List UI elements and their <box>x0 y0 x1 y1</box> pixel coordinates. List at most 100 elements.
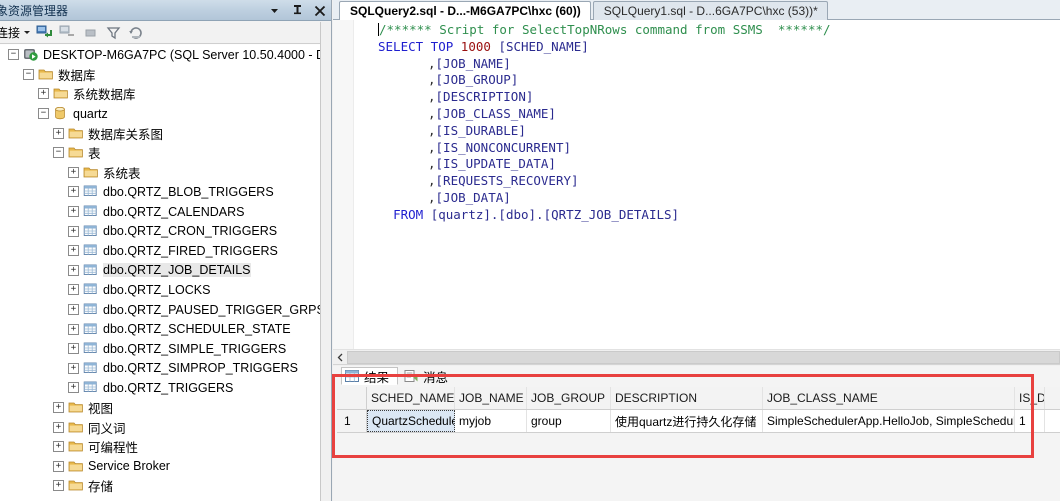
tree-node-label: DESKTOP-M6GA7PC (SQL Server 10.50.4000 -… <box>43 47 321 62</box>
code-token: [JOB_CLASS_NAME] <box>435 105 556 121</box>
expand-toggle-icon[interactable]: + <box>68 323 79 335</box>
expand-toggle-icon[interactable]: + <box>53 460 64 472</box>
tree-node[interactable]: + 可编程性 <box>0 437 321 457</box>
tree-node[interactable]: + dbo.QRTZ_SIMPLE_TRIGGERS <box>0 339 321 359</box>
tree-node-label: 数据库 <box>58 68 96 83</box>
sql-editor[interactable]: /****** Script for SelectTopNRows comman… <box>333 20 1060 365</box>
table-icon <box>83 302 99 317</box>
grid-corner-cell[interactable] <box>337 387 367 409</box>
editor-scroll-track[interactable] <box>347 350 1060 364</box>
expand-toggle-icon[interactable]: + <box>53 401 64 413</box>
expand-toggle-icon[interactable]: + <box>68 304 79 316</box>
object-explorer-tree[interactable]: − DESKTOP-M6GA7PC (SQL Server 10.50.4000 … <box>0 45 321 501</box>
document-tab[interactable]: SQLQuery2.sql - D...-M6GA7PC\hxc (60)) <box>339 1 591 20</box>
collapse-toggle-icon[interactable]: − <box>8 49 19 61</box>
results-grid-body[interactable]: 1 QuartzScheduler myjob group 使用quartz进行持久化存… <box>337 410 1060 433</box>
document-tab[interactable]: SQLQuery1.sql - D...6GA7PC\hxc (53))* <box>592 1 828 20</box>
results-tab-label: 消息 <box>423 370 449 385</box>
table-row[interactable]: 1 QuartzScheduler myjob group 使用quartz进行持久化存… <box>337 410 1060 432</box>
code-line: /****** Script for SelectTopNRows comman… <box>354 22 1060 39</box>
expand-toggle-icon[interactable]: + <box>68 186 79 198</box>
expand-toggle-icon[interactable]: + <box>38 88 49 100</box>
row-number-cell[interactable]: 1 <box>337 410 367 432</box>
expand-toggle-icon[interactable]: + <box>68 382 79 394</box>
grid-cell[interactable]: QuartzScheduler <box>367 410 455 432</box>
chevron-down-icon <box>23 25 31 39</box>
tree-node[interactable]: + dbo.QRTZ_JOB_DETAILS <box>0 261 321 281</box>
table-icon <box>83 243 99 258</box>
grid-cell[interactable]: 1 <box>1015 410 1045 432</box>
code-token: , <box>428 55 436 71</box>
filter-icon[interactable] <box>103 22 123 42</box>
editor-horizontal-scrollbar[interactable] <box>333 349 1060 364</box>
tree-node[interactable]: − 数据库 <box>0 65 321 85</box>
expand-toggle-icon[interactable]: + <box>53 480 64 492</box>
expand-toggle-icon[interactable]: + <box>68 166 79 178</box>
grid-cell[interactable]: myjob <box>455 410 527 432</box>
expand-toggle-icon[interactable]: + <box>68 206 79 218</box>
object-explorer-toolbar: 连接 <box>0 21 331 44</box>
results-grid[interactable]: SCHED_NAME JOB_NAME JOB_GROUP DESCRIPTION JO… <box>337 387 1060 447</box>
code-token: SELECT TOP <box>378 38 454 54</box>
tree-node[interactable]: − 表 <box>0 143 321 163</box>
tree-node[interactable]: + dbo.QRTZ_BLOB_TRIGGERS <box>0 182 321 202</box>
tree-node[interactable]: + dbo.QRTZ_SIMPROP_TRIGGERS <box>0 359 321 379</box>
tree-node[interactable]: + 系统表 <box>0 163 321 183</box>
results-tab[interactable]: 消息 <box>400 367 457 385</box>
expand-toggle-icon[interactable]: + <box>68 284 79 296</box>
tree-node[interactable]: + dbo.QRTZ_PAUSED_TRIGGER_GRPS <box>0 300 321 320</box>
grid-column-header[interactable]: JOB_CLASS_NAME <box>763 387 1015 409</box>
grid-cell[interactable]: SimpleSchedulerApp.HelloJob, SimpleSched… <box>763 410 1015 432</box>
grid-column-header[interactable]: JOB_NAME <box>455 387 527 409</box>
code-token: [REQUESTS_RECOVERY] <box>435 173 579 189</box>
tree-node[interactable]: + dbo.QRTZ_SCHEDULER_STATE <box>0 319 321 339</box>
tree-node[interactable]: + 视图 <box>0 398 321 418</box>
grid-column-header[interactable]: SCHED_NAME <box>367 387 455 409</box>
table-icon <box>83 263 99 278</box>
grid-cell[interactable]: group <box>527 410 611 432</box>
tree-node[interactable]: + dbo.QRTZ_TRIGGERS <box>0 378 321 398</box>
auto-hide-pin-icon[interactable] <box>290 3 304 19</box>
collapse-toggle-icon[interactable]: − <box>23 68 34 80</box>
grid-column-header[interactable]: JOB_GROUP <box>527 387 611 409</box>
tree-node[interactable]: + dbo.QRTZ_LOCKS <box>0 280 321 300</box>
connect-button[interactable]: 连接 <box>0 24 31 41</box>
scroll-left-icon[interactable] <box>333 350 347 364</box>
tree-node[interactable]: + 系统数据库 <box>0 84 321 104</box>
object-explorer-splitter[interactable] <box>320 22 331 501</box>
sql-code-text[interactable]: /****** Script for SelectTopNRows comman… <box>354 22 1060 350</box>
expand-toggle-icon[interactable]: + <box>68 225 79 237</box>
code-token: [SCHED_NAME] <box>498 38 589 54</box>
results-tab[interactable]: 结果 <box>341 367 399 385</box>
collapse-toggle-icon[interactable]: − <box>38 108 49 120</box>
tree-node-label: dbo.QRTZ_JOB_DETAILS <box>103 263 251 278</box>
tree-node[interactable]: + 存储 <box>0 476 321 496</box>
tree-node[interactable]: + dbo.QRTZ_CALENDARS <box>0 202 321 222</box>
expand-toggle-icon[interactable]: + <box>53 127 64 139</box>
tree-node[interactable]: + dbo.QRTZ_FIRED_TRIGGERS <box>0 241 321 261</box>
grid-cell[interactable]: 使用quartz进行持久化存储 <box>611 410 763 432</box>
tree-node[interactable]: + dbo.QRTZ_CRON_TRIGGERS <box>0 221 321 241</box>
expand-toggle-icon[interactable]: + <box>68 245 79 257</box>
expand-toggle-icon[interactable]: + <box>68 362 79 374</box>
collapse-toggle-icon[interactable]: − <box>53 147 64 159</box>
expand-toggle-icon[interactable]: + <box>53 421 64 433</box>
grid-column-header[interactable]: DESCRIPTION <box>611 387 763 409</box>
grid-column-header[interactable]: IS_D <box>1015 387 1045 409</box>
stop-action-icon[interactable] <box>80 22 100 42</box>
refresh-icon[interactable] <box>126 22 146 42</box>
expand-toggle-icon[interactable]: + <box>68 264 79 276</box>
close-icon[interactable] <box>313 3 327 19</box>
expand-toggle-icon[interactable]: + <box>53 441 64 453</box>
tree-node[interactable]: − quartz <box>0 104 321 124</box>
disconnect-object-explorer-icon[interactable] <box>57 22 77 42</box>
tree-node[interactable]: + 同义词 <box>0 417 321 437</box>
results-tab-label: 结果 <box>364 370 390 385</box>
expand-toggle-icon[interactable]: + <box>68 343 79 355</box>
connect-object-explorer-icon[interactable] <box>34 22 54 42</box>
tree-node[interactable]: + 数据库关系图 <box>0 123 321 143</box>
tree-node[interactable]: + Service Broker <box>0 456 321 476</box>
tree-node[interactable]: − DESKTOP-M6GA7PC (SQL Server 10.50.4000 … <box>0 45 321 65</box>
window-dropdown-icon[interactable] <box>267 3 281 19</box>
